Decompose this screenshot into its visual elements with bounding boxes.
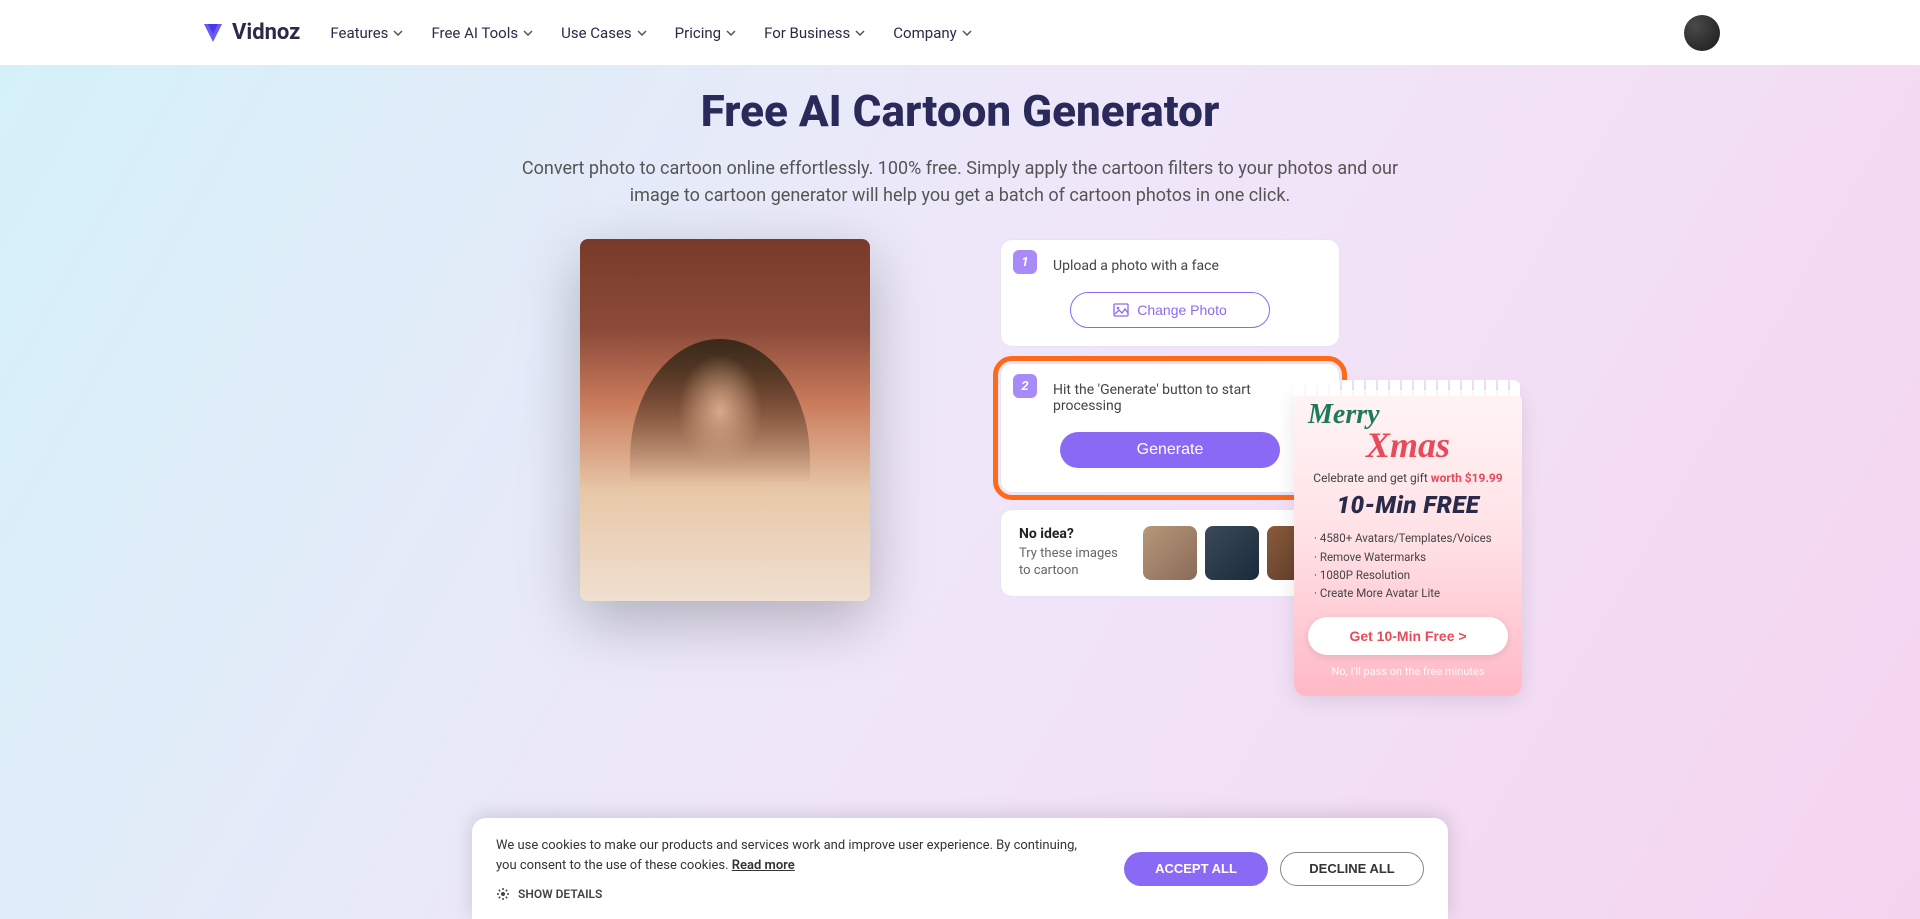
nav-company[interactable]: Company: [893, 24, 971, 42]
accept-all-button[interactable]: ACCEPT ALL: [1124, 852, 1268, 886]
xmas-promo-card: Merry Xmas Celebrate and get gift worth …: [1294, 390, 1522, 696]
step-2-card: 2 Hit the 'Generate' button to start pro…: [1000, 363, 1340, 493]
cookie-text-column: We use cookies to make our products and …: [496, 836, 1084, 901]
promo-features: · 4580+ Avatars/Templates/Voices · Remov…: [1308, 529, 1508, 603]
uploaded-photo-preview: [580, 239, 870, 601]
sample-image-1[interactable]: [1143, 526, 1197, 580]
chevron-down-icon: [393, 30, 403, 36]
promo-feature-3: · 1080P Resolution: [1314, 566, 1508, 584]
no-idea-card: No idea? Try these images to cartoon: [1000, 509, 1340, 597]
step-2-badge: 2: [1013, 374, 1037, 398]
nav-features[interactable]: Features: [330, 24, 403, 42]
image-icon: [1113, 302, 1129, 318]
nav-label: Features: [330, 24, 388, 42]
nav-label: Company: [893, 24, 956, 42]
show-details-label: SHOW DETAILS: [518, 887, 602, 901]
promo-celebrate-prefix: Celebrate and get gift: [1313, 471, 1430, 485]
cookie-banner: We use cookies to make our products and …: [472, 818, 1448, 919]
nav-free-ai-tools[interactable]: Free AI Tools: [431, 24, 533, 42]
nav-pricing[interactable]: Pricing: [675, 24, 736, 42]
logo-icon: [200, 20, 226, 46]
no-idea-subtitle: Try these images to cartoon: [1019, 546, 1129, 580]
step-1-card: 1 Upload a photo with a face Change Phot…: [1000, 239, 1340, 347]
page-subtitle: Convert photo to cartoon online effortle…: [510, 155, 1410, 209]
nav-label: Free AI Tools: [431, 24, 518, 42]
cookie-read-more-link[interactable]: Read more: [732, 858, 795, 873]
step-1-badge: 1: [1013, 250, 1037, 274]
chevron-down-icon: [726, 30, 736, 36]
step-1-text: Upload a photo with a face: [1053, 258, 1317, 274]
change-photo-button[interactable]: Change Photo: [1070, 292, 1270, 328]
promo-feature-2: · Remove Watermarks: [1314, 548, 1508, 566]
user-avatar[interactable]: [1684, 15, 1720, 51]
no-idea-title: No idea?: [1019, 526, 1129, 542]
header-left: Vidnoz Features Free AI Tools Use Cases …: [200, 20, 972, 46]
top-nav: Vidnoz Features Free AI Tools Use Cases …: [0, 0, 1920, 65]
brand-name: Vidnoz: [232, 20, 300, 45]
cookie-text: We use cookies to make our products and …: [496, 836, 1084, 875]
sample-image-2[interactable]: [1205, 526, 1259, 580]
nav-label: Pricing: [675, 24, 721, 42]
change-photo-label: Change Photo: [1137, 302, 1227, 318]
no-idea-text: No idea? Try these images to cartoon: [1019, 526, 1129, 580]
chevron-down-icon: [855, 30, 865, 36]
promo-xmas: Xmas: [1308, 427, 1508, 463]
cookie-buttons: ACCEPT ALL DECLINE ALL: [1124, 852, 1424, 886]
steps-column: 1 Upload a photo with a face Change Phot…: [1000, 239, 1340, 597]
chevron-down-icon: [962, 30, 972, 36]
nav-items: Features Free AI Tools Use Cases Pricing…: [330, 24, 971, 42]
promo-feature-1: · 4580+ Avatars/Templates/Voices: [1314, 529, 1508, 547]
get-free-button[interactable]: Get 10-Min Free >: [1308, 617, 1508, 655]
promo-free-headline: 10-Min FREE: [1308, 491, 1508, 519]
decline-all-button[interactable]: DECLINE ALL: [1280, 852, 1424, 886]
promo-pass-link[interactable]: No, I'll pass on the free minutes: [1308, 665, 1508, 678]
page-title: Free AI Cartoon Generator: [0, 85, 1920, 137]
show-details-toggle[interactable]: SHOW DETAILS: [496, 887, 1084, 901]
nav-for-business[interactable]: For Business: [764, 24, 865, 42]
chevron-down-icon: [523, 30, 533, 36]
promo-feature-4: · Create More Avatar Lite: [1314, 584, 1508, 602]
content-row: 1 Upload a photo with a face Change Phot…: [0, 239, 1920, 601]
promo-celebrate: Celebrate and get gift worth $19.99: [1308, 471, 1508, 485]
promo-merry: Merry: [1308, 402, 1508, 427]
brand-logo[interactable]: Vidnoz: [200, 20, 300, 46]
nav-use-cases[interactable]: Use Cases: [561, 24, 647, 42]
step-2-text: Hit the 'Generate' button to start proce…: [1053, 382, 1317, 414]
nav-label: Use Cases: [561, 24, 632, 42]
gear-icon: [496, 887, 510, 901]
nav-label: For Business: [764, 24, 850, 42]
chevron-down-icon: [637, 30, 647, 36]
promo-worth: worth $19.99: [1431, 471, 1503, 485]
photo-image: [580, 239, 870, 601]
generate-button[interactable]: Generate: [1060, 432, 1280, 468]
main-content: Free AI Cartoon Generator Convert photo …: [0, 65, 1920, 919]
